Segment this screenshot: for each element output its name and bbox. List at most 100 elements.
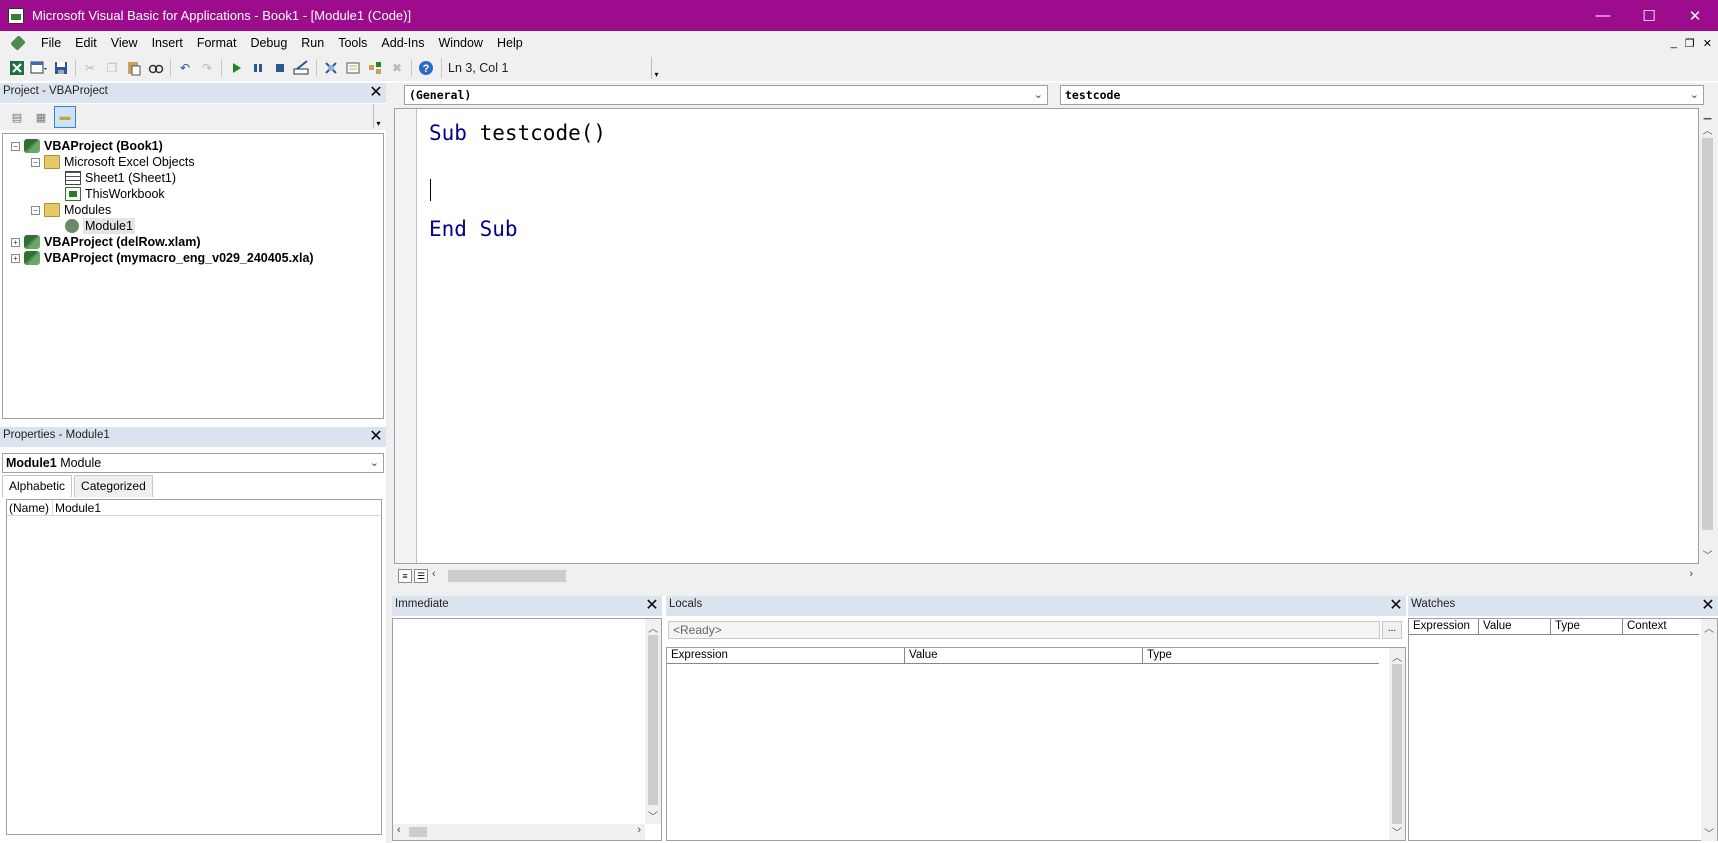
insert-userform-icon[interactable] xyxy=(28,57,50,79)
tree-node-sheet1[interactable]: Sheet1 (Sheet1) xyxy=(65,170,176,186)
scroll-up-arrow-icon[interactable]: ︿ xyxy=(645,620,661,635)
properties-window-icon[interactable] xyxy=(342,57,364,79)
scroll-up-arrow-icon[interactable]: ︿ xyxy=(1389,649,1405,664)
project-explorer-close-icon[interactable]: ✕ xyxy=(368,85,384,101)
toolbox-icon[interactable]: ✖ xyxy=(386,57,408,79)
call-stack-button[interactable]: ... xyxy=(1382,621,1402,639)
code-editor[interactable]: Sub testcode() End Sub xyxy=(394,108,1699,564)
project-explorer-icon[interactable] xyxy=(320,57,342,79)
scroll-left-arrow-icon[interactable]: ‹ xyxy=(397,824,401,836)
expand-icon[interactable]: + xyxy=(11,237,20,247)
column-header-value[interactable]: Value xyxy=(1479,619,1551,634)
property-value[interactable]: Module1 xyxy=(53,500,101,515)
scroll-thumb[interactable] xyxy=(448,570,566,582)
redo-icon[interactable]: ↷ xyxy=(196,57,218,79)
view-object-icon[interactable]: ▦ xyxy=(30,106,52,128)
excel-icon[interactable] xyxy=(6,57,28,79)
expand-icon[interactable]: + xyxy=(11,253,20,263)
undo-icon[interactable]: ↶ xyxy=(174,57,196,79)
toolbar-options-button[interactable]: ▾ xyxy=(651,57,661,79)
scroll-thumb[interactable] xyxy=(1702,138,1713,530)
minimize-button[interactable]: — xyxy=(1580,0,1626,31)
locals-close-icon[interactable]: ✕ xyxy=(1388,598,1404,614)
toggle-folders-icon[interactable]: ▬ xyxy=(54,106,76,128)
tree-node-thisworkbook[interactable]: ThisWorkbook xyxy=(65,186,165,202)
immediate-horizontal-scrollbar[interactable]: ‹ › xyxy=(393,824,645,840)
scroll-down-arrow-icon[interactable]: ﹀ xyxy=(1389,824,1405,839)
menu-help[interactable]: Help xyxy=(490,31,530,55)
cut-icon[interactable]: ✂ xyxy=(79,57,101,79)
reset-icon[interactable] xyxy=(269,57,291,79)
immediate-close-icon[interactable]: ✕ xyxy=(644,598,660,614)
tree-node-modules[interactable]: − Modules xyxy=(31,202,111,218)
scroll-up-icon[interactable]: ▁ xyxy=(1699,109,1716,120)
tree-node-module1[interactable]: Module1 xyxy=(65,218,135,234)
vba-app-icon[interactable] xyxy=(8,7,24,24)
scroll-thumb[interactable] xyxy=(409,827,427,837)
scroll-up-arrow-icon[interactable]: ︿ xyxy=(1701,620,1717,635)
paste-icon[interactable] xyxy=(123,57,145,79)
scroll-thumb[interactable] xyxy=(648,635,658,805)
code-horizontal-scrollbar[interactable]: ≡ ☰ ‹ › xyxy=(394,567,1699,585)
help-icon[interactable]: ? xyxy=(415,57,437,79)
scroll-thumb[interactable] xyxy=(1392,664,1402,824)
collapse-icon[interactable]: − xyxy=(31,205,40,215)
object-combo[interactable]: (General) ⌄ xyxy=(404,85,1048,105)
close-button[interactable]: ✕ xyxy=(1672,0,1718,31)
locals-vertical-scrollbar[interactable]: ︿ ﹀ xyxy=(1389,648,1405,840)
watches-vertical-scrollbar[interactable]: ︿ ﹀ xyxy=(1701,619,1717,841)
watches-close-icon[interactable]: ✕ xyxy=(1700,598,1716,614)
scroll-left-arrow-icon[interactable]: ‹ xyxy=(432,568,436,580)
mdi-minimize-button[interactable]: _ xyxy=(1671,37,1677,49)
column-header-type[interactable]: Type xyxy=(1551,619,1623,634)
column-header-expression[interactable]: Expression xyxy=(667,648,905,663)
chevron-down-icon[interactable]: ⌄ xyxy=(1034,86,1043,104)
chevron-down-icon[interactable]: ⌄ xyxy=(1690,86,1699,104)
procedure-combo[interactable]: testcode ⌄ xyxy=(1060,85,1704,105)
design-mode-icon[interactable] xyxy=(291,57,313,79)
find-icon[interactable] xyxy=(145,57,167,79)
object-browser-icon[interactable] xyxy=(364,57,386,79)
full-module-view-icon[interactable]: ☰ xyxy=(414,569,428,583)
menu-add-ins[interactable]: Add-Ins xyxy=(374,31,431,55)
save-icon[interactable] xyxy=(50,57,72,79)
scroll-down-arrow-icon[interactable]: ﹀ xyxy=(1701,825,1717,840)
tree-node-excel-objects[interactable]: − Microsoft Excel Objects xyxy=(31,154,195,170)
procedure-view-icon[interactable]: ≡ xyxy=(398,569,412,583)
collapse-icon[interactable]: − xyxy=(11,141,20,151)
code-line[interactable]: End Sub xyxy=(429,217,518,241)
mdi-restore-button[interactable]: ❐ xyxy=(1685,37,1695,50)
run-icon[interactable] xyxy=(225,57,247,79)
scroll-down-arrow-icon[interactable]: ﹀ xyxy=(1699,547,1716,562)
copy-icon[interactable]: ❐ xyxy=(101,57,123,79)
scroll-right-arrow-icon[interactable]: › xyxy=(637,824,641,836)
scroll-right-arrow-icon[interactable]: › xyxy=(1689,568,1693,580)
horizontal-splitter[interactable] xyxy=(392,587,1718,596)
properties-close-icon[interactable]: ✕ xyxy=(368,429,384,445)
scroll-up-arrow-icon[interactable]: ︿ xyxy=(1699,122,1716,137)
column-header-value[interactable]: Value xyxy=(905,648,1143,663)
maximize-button[interactable]: ☐ xyxy=(1626,0,1672,31)
project-toolbar-options-button[interactable]: ▾ xyxy=(373,104,383,128)
scroll-down-arrow-icon[interactable]: ﹀ xyxy=(645,808,661,823)
column-header-expression[interactable]: Expression xyxy=(1409,619,1479,634)
code-margin-indicator-bar[interactable] xyxy=(395,109,417,563)
tree-node-vbaproject-mymacro[interactable]: + VBAProject (mymacro_eng_v029_240405.xl… xyxy=(11,250,314,266)
mdi-close-button[interactable]: ✕ xyxy=(1703,37,1712,50)
menu-run[interactable]: Run xyxy=(294,31,331,55)
column-header-context[interactable]: Context xyxy=(1623,619,1699,634)
tree-node-vbaproject-delrow[interactable]: + VBAProject (delRow.xlam) xyxy=(11,234,201,250)
menu-file[interactable]: File xyxy=(34,31,68,55)
immediate-editor[interactable]: ︿ ﹀ ‹ › xyxy=(392,618,662,841)
chevron-down-icon[interactable]: ⌄ xyxy=(370,454,379,472)
view-code-icon[interactable]: ▤ xyxy=(6,106,28,128)
collapse-icon[interactable]: − xyxy=(31,157,40,167)
code-line[interactable]: Sub testcode() xyxy=(429,121,606,145)
object-selector[interactable]: Module1 Module ⌄ xyxy=(2,453,384,473)
menu-window[interactable]: Window xyxy=(432,31,490,55)
column-header-type[interactable]: Type xyxy=(1143,648,1379,663)
break-icon[interactable] xyxy=(247,57,269,79)
property-row[interactable]: (Name) Module1 xyxy=(7,500,381,516)
menu-tools[interactable]: Tools xyxy=(331,31,374,55)
menu-edit[interactable]: Edit xyxy=(68,31,104,55)
